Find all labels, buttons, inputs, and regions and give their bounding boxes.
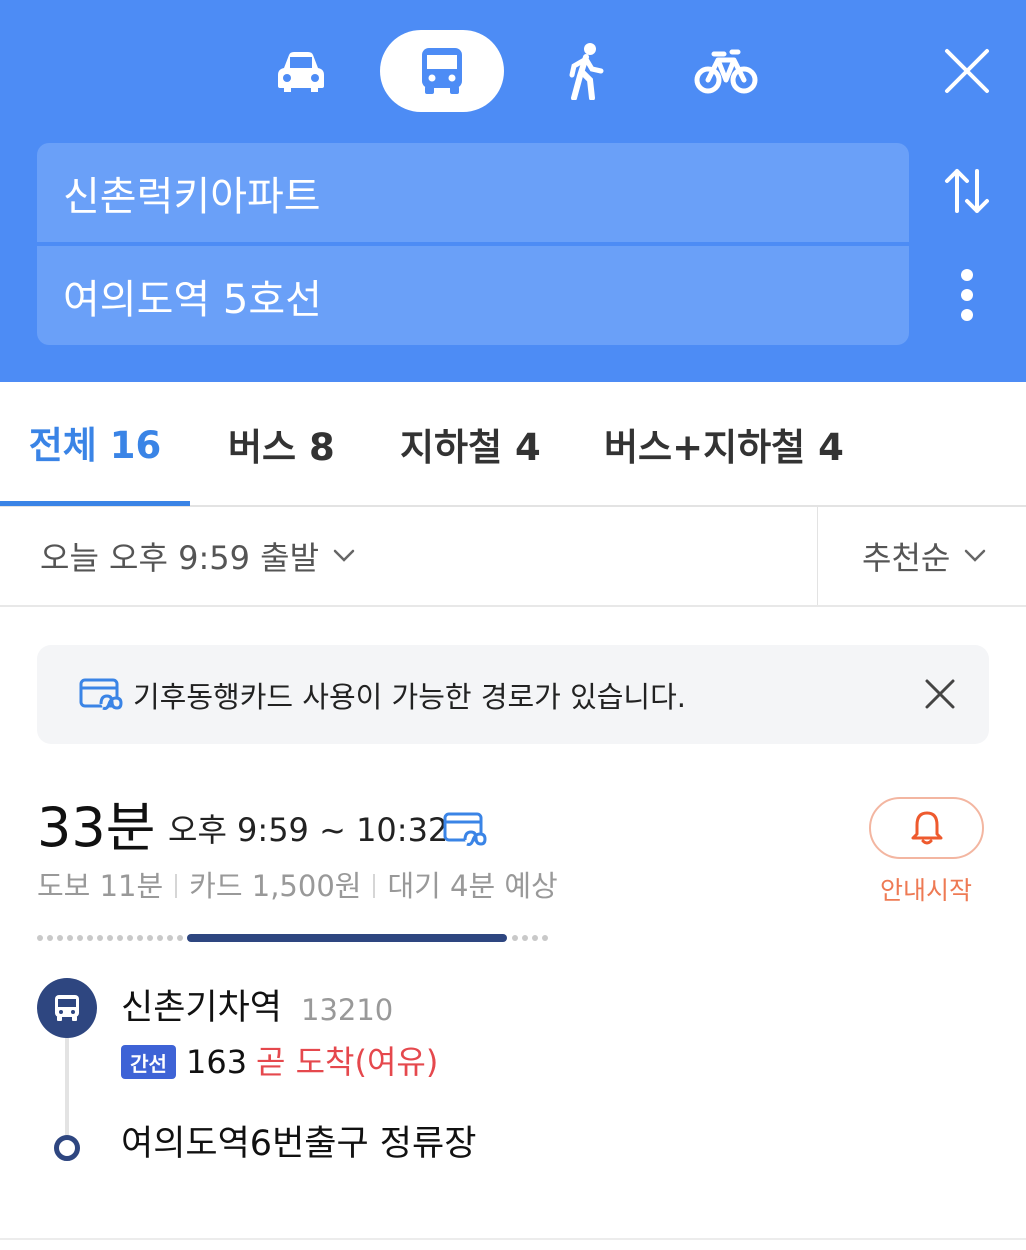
car-icon [278, 52, 324, 92]
step-connector-line [65, 1020, 69, 1145]
bus-type-badge: 간선 [121, 1045, 176, 1079]
tab-subway[interactable]: 지하철 4 [400, 382, 541, 505]
route-search-header: 신촌럭키아파트 여의도역 5호선 [0, 0, 1026, 382]
tab-bus[interactable]: 버스 8 [228, 382, 335, 505]
filter-divider [817, 507, 818, 605]
tab-all[interactable]: 전체 16 [0, 382, 190, 506]
climate-card-icon [79, 678, 123, 710]
end-stop-marker [54, 1135, 80, 1161]
route-duration: 33분 [37, 796, 156, 859]
walk-icon [569, 43, 604, 100]
bicycle-icon [694, 49, 758, 94]
departure-time-label: 오늘 오후 9:59 출발 [40, 539, 320, 577]
swap-arrows-icon [945, 169, 989, 213]
more-options-button[interactable] [936, 264, 998, 326]
close-icon [945, 49, 989, 93]
chevron-down-icon [333, 549, 355, 562]
destination-text: 여의도역 5호선 [63, 276, 322, 323]
tab-bus-subway[interactable]: 버스+지하철 4 [604, 382, 844, 505]
start-stop-name: 신촌기차역 [121, 988, 283, 1028]
notice-close-button[interactable] [915, 669, 965, 719]
route-type-tabs: 전체 16 버스 8 지하철 4 버스+지하철 4 [0, 382, 1026, 507]
tab-bus-label: 버스 8 [228, 425, 335, 469]
bus-icon [55, 995, 79, 1021]
chevron-down-icon [965, 549, 986, 562]
origin-text: 신촌럭키아파트 [63, 173, 321, 220]
end-stop-name: 여의도역6번출구 정류장 [121, 1124, 477, 1164]
mode-car-button[interactable] [255, 30, 347, 112]
wait-time: 대기 4분 예상 [387, 869, 558, 903]
swap-button[interactable] [936, 160, 998, 222]
bell-icon [911, 811, 942, 845]
mode-bike-button[interactable] [680, 30, 772, 112]
start-guide-label: 안내시작 [879, 876, 972, 905]
climate-card-notice: 기후동행카드 사용이 가능한 경로가 있습니다. [37, 645, 989, 744]
sort-dropdown[interactable]: 추천순 [862, 507, 986, 605]
close-icon [925, 679, 955, 709]
route-timespan: 오후 9:59 ~ 10:32 [168, 811, 449, 849]
bottom-divider [0, 1238, 1026, 1240]
route-progress-bar [37, 934, 548, 942]
close-button[interactable] [936, 40, 998, 102]
tab-subway-label: 지하철 4 [400, 425, 541, 469]
bus-step-marker [37, 978, 97, 1038]
mode-bus-button[interactable] [380, 30, 504, 112]
origin-input[interactable]: 신촌럭키아파트 [37, 143, 909, 242]
destination-input[interactable]: 여의도역 5호선 [37, 246, 909, 345]
tab-all-label: 전체 16 [28, 423, 162, 467]
start-stop-id: 13210 [301, 993, 394, 1027]
bus-segment [187, 934, 507, 942]
bus-icon [422, 48, 462, 94]
climate-card-icon [443, 812, 487, 846]
walk-time: 도보 11분 [37, 869, 164, 903]
meta-separator [373, 874, 376, 898]
meta-separator [175, 874, 178, 898]
filter-row: 오늘 오후 9:59 출발 추천순 [0, 507, 1026, 607]
arrival-status: 곧 도착(여유) [256, 1043, 439, 1081]
notice-text: 기후동행카드 사용이 가능한 경로가 있습니다. [133, 679, 687, 714]
mode-walk-button[interactable] [540, 30, 632, 112]
start-guide-button[interactable] [869, 797, 984, 859]
route-meta: 도보 11분 카드 1,500원 대기 4분 예상 [37, 866, 558, 906]
tab-bus-subway-label: 버스+지하철 4 [604, 425, 844, 469]
more-vertical-icon [961, 269, 973, 321]
sort-label: 추천순 [862, 539, 951, 577]
fare: 카드 1,500원 [189, 869, 362, 903]
bus-number: 163 [186, 1043, 248, 1081]
departure-time-dropdown[interactable]: 오늘 오후 9:59 출발 [40, 507, 355, 605]
